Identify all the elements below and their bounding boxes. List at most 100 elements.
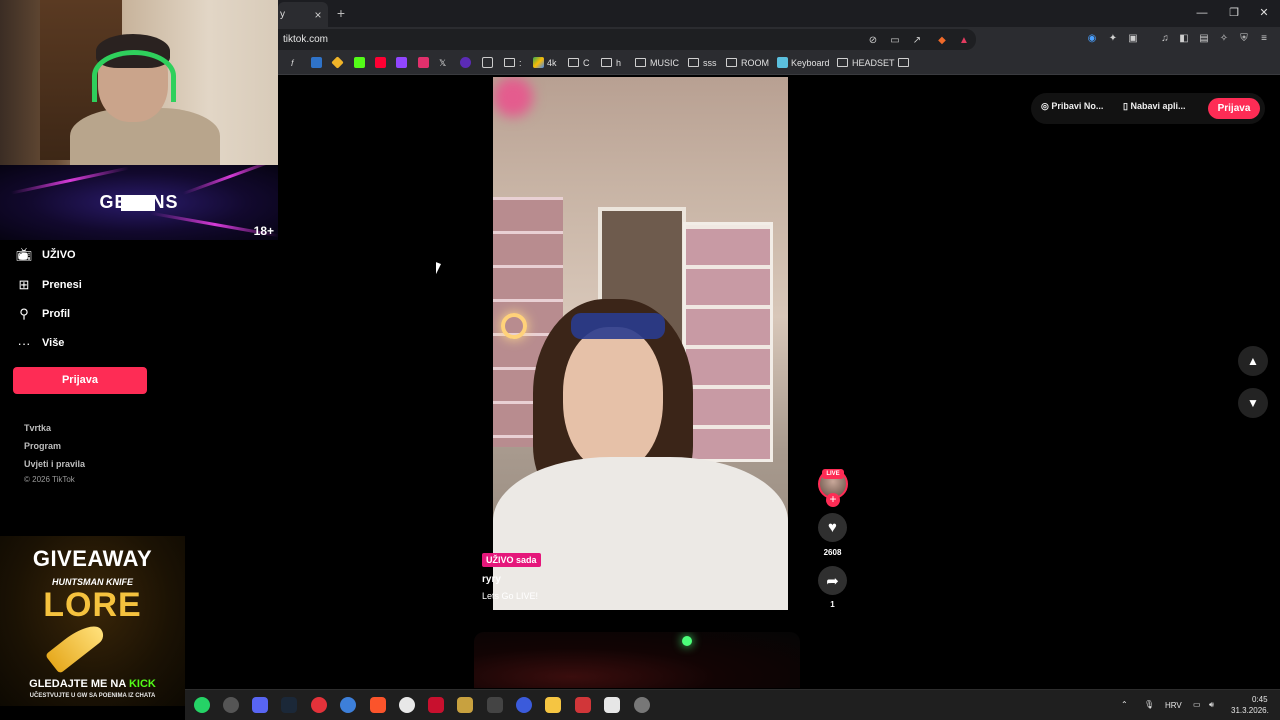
menu-icon[interactable]: ≡	[1256, 31, 1272, 47]
video-light	[493, 77, 533, 117]
volume-icon[interactable]: 🔊︎	[1209, 700, 1214, 710]
follow-plus-icon[interactable]: +	[826, 493, 840, 507]
bookmark-folder-colon[interactable]: :	[504, 55, 522, 72]
bookmark-folder-empty[interactable]	[898, 55, 913, 72]
footer-link-program[interactable]: Program	[24, 441, 61, 451]
app-x-icon[interactable]	[604, 697, 620, 713]
share-icon[interactable]: ↗	[909, 33, 925, 49]
footer-link-company[interactable]: Tvrtka	[24, 423, 51, 433]
league-icon[interactable]	[457, 697, 473, 713]
cast-icon[interactable]: ▭	[887, 33, 903, 49]
sidebar-item-upload[interactable]: ⊞ Prenesi	[16, 275, 82, 295]
wallet-icon[interactable]: ◉	[1084, 31, 1100, 47]
close-window-button[interactable]: ✕	[1253, 3, 1275, 23]
bookmark-youtube-icon[interactable]	[375, 55, 389, 72]
bookmark-x-icon[interactable]: 𝕏	[439, 55, 446, 72]
get-app-link[interactable]: ▯ Nabavi apli...	[1123, 101, 1185, 112]
bookmark-4k[interactable]: 4k	[533, 55, 557, 72]
top-login-button[interactable]: Prijava	[1208, 98, 1260, 119]
bookmark-instagram-icon[interactable]	[418, 55, 432, 72]
browser-tab[interactable]: y ×	[278, 2, 328, 27]
sidebar-item-live[interactable]: 📺︎ UŽIVO	[16, 245, 76, 265]
keyboard-icon	[777, 57, 788, 68]
bookmark-sss[interactable]: sss	[688, 55, 717, 72]
live-video-player[interactable]	[493, 77, 788, 610]
bookmark-diamond-icon[interactable]	[331, 55, 346, 72]
sidebar-login-button[interactable]: Prijava	[13, 367, 147, 394]
bookmark-h[interactable]: h	[601, 55, 621, 72]
share-count: 1	[830, 600, 835, 609]
discord-icon[interactable]	[252, 697, 268, 713]
obs-icon[interactable]	[399, 697, 415, 713]
microphone-icon[interactable]: 🎙︎	[1144, 700, 1154, 709]
file-explorer-icon[interactable]	[545, 697, 561, 713]
next-video-preview[interactable]	[474, 632, 800, 688]
sidebar-toggle-icon[interactable]: ◧	[1176, 31, 1192, 47]
video-username[interactable]: ryry	[482, 574, 501, 585]
top-actions: ◎ Pribavi No... ▯ Nabavi apli... Prijava	[1031, 93, 1265, 124]
bookmark-f-icon[interactable]: 𝑓	[291, 55, 294, 72]
clock-time[interactable]: 0:45	[1252, 695, 1268, 704]
whatsapp-icon[interactable]	[194, 697, 210, 713]
brave-shield-icon[interactable]: ◆	[934, 33, 950, 49]
steam-icon[interactable]	[281, 697, 297, 713]
bookmark-keyboard[interactable]: Keyboard	[777, 55, 830, 72]
clock-date[interactable]: 31.3.2026.	[1231, 706, 1269, 715]
bookmark-room[interactable]: ROOM	[726, 55, 769, 72]
translate-icon[interactable]: ⊘	[865, 33, 881, 49]
share-arrow-icon: ➦	[826, 572, 839, 590]
bookmark-blue-icon[interactable]	[311, 55, 325, 72]
get-coins-link[interactable]: ◎ Pribavi No...	[1041, 101, 1103, 112]
bookmark-twitch-icon[interactable]	[396, 55, 410, 72]
next-video-light	[682, 636, 692, 646]
copyright: © 2026 TikTok	[24, 475, 75, 484]
media-player-icon[interactable]	[311, 697, 327, 713]
antivirus-icon[interactable]	[575, 697, 591, 713]
rewards-icon[interactable]: ▲	[956, 33, 972, 49]
video-person-glasses	[571, 313, 665, 339]
vpn-icon[interactable]: ⛨	[1236, 31, 1252, 47]
tab-close-icon[interactable]: ×	[310, 4, 326, 26]
app-red-icon[interactable]	[428, 697, 444, 713]
bookmark-box-icon[interactable]	[482, 55, 496, 72]
bookmark-music[interactable]: MUSIC	[635, 55, 679, 72]
more-icon: ···	[17, 335, 31, 351]
restore-button[interactable]: ❐	[1223, 3, 1245, 23]
previous-video-button[interactable]: ▲	[1238, 346, 1268, 376]
app-blue-icon[interactable]	[340, 697, 356, 713]
sidebar-item-profile[interactable]: ⚲ Profil	[16, 304, 70, 324]
brave-icon[interactable]	[370, 697, 386, 713]
new-tab-button[interactable]: +	[333, 3, 349, 23]
app-dark-icon[interactable]	[487, 697, 503, 713]
app-dots-icon[interactable]	[516, 697, 532, 713]
footer-link-terms[interactable]: Uvjeti i pravila	[24, 459, 85, 469]
bookmark-c[interactable]: C	[568, 55, 590, 72]
screenshot-icon[interactable]: ▣	[1125, 31, 1141, 47]
language-indicator[interactable]: HRV	[1165, 701, 1182, 710]
leo-ai-icon[interactable]: ✧	[1216, 31, 1232, 47]
media-icon[interactable]: ♫	[1157, 31, 1173, 47]
giveaway-title: GIVEAWAY	[32, 546, 153, 571]
bookmark-kick-icon[interactable]	[354, 55, 368, 72]
sidebar-item-more[interactable]: ··· Više	[16, 333, 65, 353]
settings-icon[interactable]	[223, 697, 239, 713]
minimize-button[interactable]: —	[1191, 3, 1213, 23]
sidebar-item-label: Profil	[42, 308, 71, 320]
bookmark-purple-icon[interactable]	[460, 55, 474, 72]
wallet-panel-icon[interactable]: ▤	[1196, 31, 1212, 47]
bookmark-headset[interactable]: HEADSET	[837, 55, 895, 72]
network-icon[interactable]: ▭	[1193, 700, 1201, 709]
share-button[interactable]: ➦	[818, 566, 847, 595]
folder-icon	[898, 58, 909, 67]
sidebar-item-label: UŽIVO	[42, 249, 76, 261]
like-button[interactable]: ♥	[818, 513, 847, 542]
url-field[interactable]: tiktok.com ⊘ ▭ ↗ ◆ ▲	[278, 29, 976, 50]
upload-icon: ⊞	[18, 277, 30, 292]
app-gray-icon[interactable]	[634, 697, 650, 713]
kick-label: KICK	[128, 678, 156, 690]
tray-chevron-icon[interactable]: ⌃	[1121, 700, 1128, 709]
extensions-icon[interactable]: ✦	[1105, 31, 1121, 47]
next-video-button[interactable]: ▼	[1238, 388, 1268, 418]
taskbar: ⌃ 🎙︎ HRV ▭ 🔊︎ 0:45 31.3.2026.	[185, 689, 1280, 720]
sidebar-item-label: Prenesi	[42, 279, 82, 291]
